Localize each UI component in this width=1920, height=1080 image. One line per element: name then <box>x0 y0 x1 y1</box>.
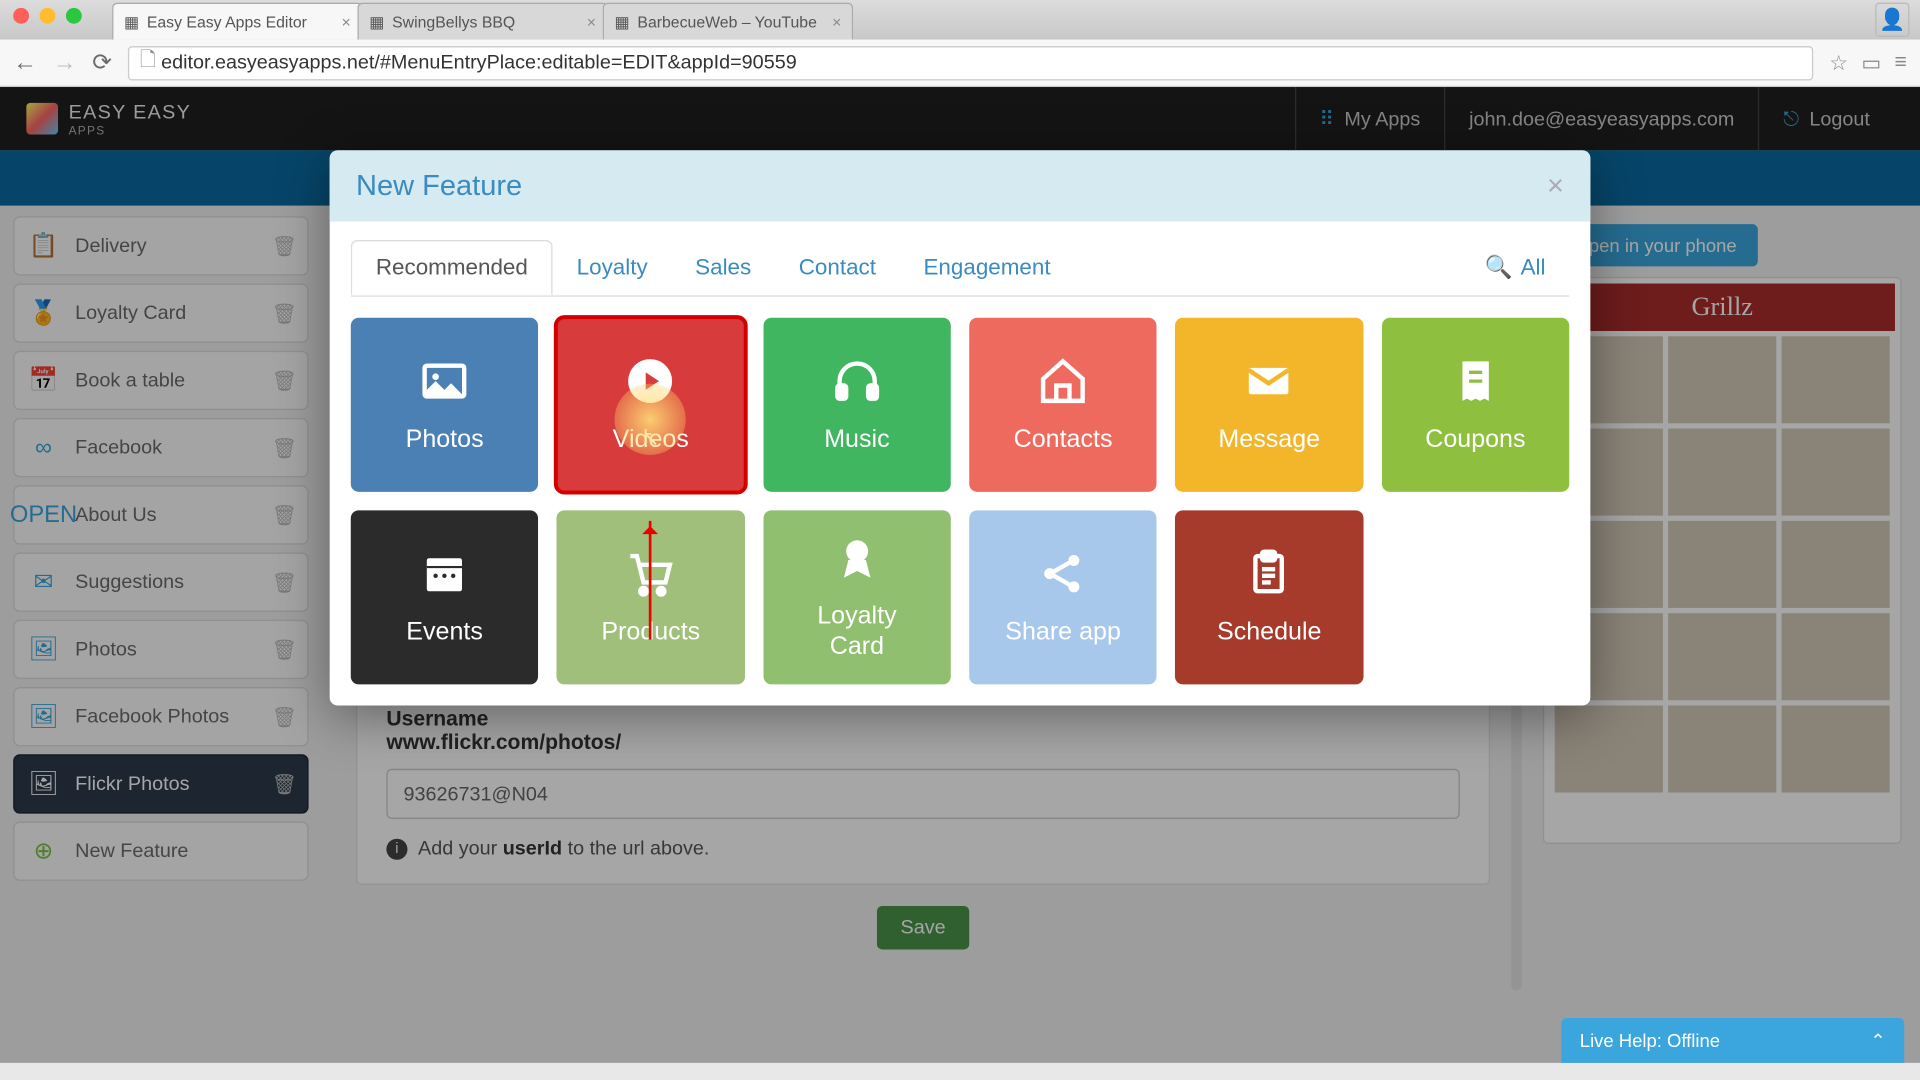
tab-close-icon[interactable]: × <box>342 13 351 31</box>
url-text: editor.easyeasyapps.net/#MenuEntryPlace:… <box>161 51 797 73</box>
favicon: ▦ <box>369 13 384 31</box>
tab-bar: ▦Easy Easy Apps Editor×▦SwingBellys BBQ×… <box>0 0 1920 40</box>
modal-header: New Feature × <box>330 150 1591 221</box>
tile-music[interactable]: Music <box>763 318 951 492</box>
profile-button[interactable]: 👤 <box>1875 3 1909 37</box>
browser-chrome: ▦Easy Easy Apps Editor×▦SwingBellys BBQ×… <box>0 0 1920 87</box>
new-feature-modal: New Feature × RecommendedLoyaltySalesCon… <box>330 150 1591 705</box>
tile-schedule[interactable]: Schedule <box>1175 510 1363 684</box>
modal-tab-all[interactable]: 🔍 All <box>1461 241 1569 294</box>
page-icon: 🗋 <box>140 46 156 79</box>
zoom-window-icon[interactable] <box>66 8 82 24</box>
browser-tab[interactable]: ▦SwingBellys BBQ× <box>357 3 608 40</box>
tile-products[interactable]: Products <box>557 510 745 684</box>
forward-button[interactable]: → <box>53 49 77 77</box>
reload-button[interactable]: ⟳ <box>92 49 112 77</box>
present-icon[interactable]: ▭ <box>1861 49 1881 75</box>
close-window-icon[interactable] <box>13 8 29 24</box>
favicon: ▦ <box>124 13 139 31</box>
close-icon[interactable]: × <box>1547 169 1564 203</box>
modal-tab-loyalty[interactable]: Loyalty <box>553 241 672 294</box>
tile-share-app[interactable]: Share app <box>969 510 1157 684</box>
modal-tab-recommended[interactable]: Recommended <box>351 240 553 295</box>
tile-loyalty-card[interactable]: LoyaltyCard <box>763 510 951 684</box>
address-input[interactable]: 🗋 editor.easyeasyapps.net/#MenuEntryPlac… <box>128 45 1813 79</box>
modal-tab-contact[interactable]: Contact <box>775 241 900 294</box>
modal-tab-engagement[interactable]: Engagement <box>900 241 1075 294</box>
back-button[interactable]: ← <box>13 49 37 77</box>
tile-photos[interactable]: Photos <box>351 318 539 492</box>
tile-message[interactable]: Message <box>1175 318 1363 492</box>
tab-close-icon[interactable]: × <box>587 13 596 31</box>
menu-icon[interactable]: ≡ <box>1895 51 1907 75</box>
window-controls[interactable] <box>13 8 82 24</box>
browser-tab[interactable]: ▦Easy Easy Apps Editor× <box>112 3 363 40</box>
feature-tiles: PhotosVideos↖MusicContactsMessageCoupons… <box>330 297 1591 706</box>
arrow-annotation <box>649 521 652 640</box>
browser-tab[interactable]: ▦BarbecueWeb – YouTube× <box>603 3 854 40</box>
tile-coupons[interactable]: Coupons <box>1382 318 1570 492</box>
favicon: ▦ <box>615 13 630 31</box>
search-icon: 🔍 <box>1485 255 1513 281</box>
url-bar: ← → ⟳ 🗋 editor.easyeasyapps.net/#MenuEnt… <box>0 40 1920 87</box>
modal-tab-sales[interactable]: Sales <box>671 241 775 294</box>
live-help-bar[interactable]: Live Help: Offline ⌃ <box>1561 1018 1904 1063</box>
tile-contacts[interactable]: Contacts <box>969 318 1157 492</box>
tile-events[interactable]: Events <box>351 510 539 684</box>
modal-title: New Feature <box>356 169 522 203</box>
chevron-up-icon: ⌃ <box>1870 1029 1885 1051</box>
click-highlight <box>615 383 686 454</box>
modal-tabs: RecommendedLoyaltySalesContactEngagement… <box>330 222 1591 296</box>
minimize-window-icon[interactable] <box>40 8 56 24</box>
tab-close-icon[interactable]: × <box>832 13 841 31</box>
tile-videos[interactable]: Videos↖ <box>557 318 745 492</box>
bookmark-icon[interactable]: ☆ <box>1829 49 1848 75</box>
